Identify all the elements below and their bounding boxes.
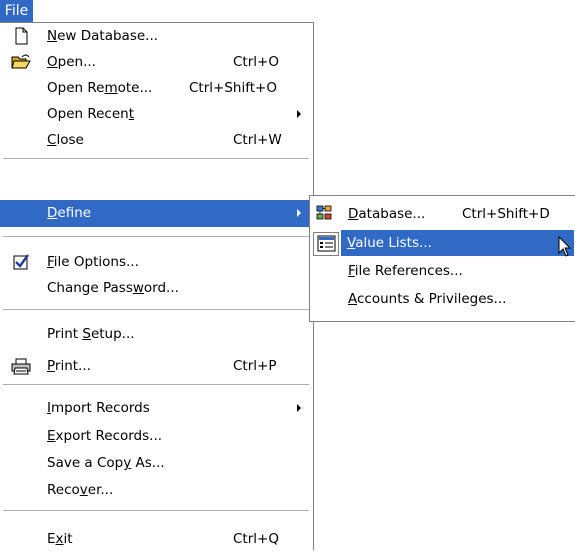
submenu-arrow-icon [297, 209, 301, 217]
menu-item-print-setup[interactable]: Print Setup... [0, 321, 310, 347]
menu-item-export-records[interactable]: Export Records... [0, 423, 310, 449]
submenu-item-label: Accounts & Privileges... [348, 291, 507, 307]
submenu-item-accounts-privileges[interactable]: Accounts & Privileges... [311, 286, 574, 312]
menu-item-import-records[interactable]: Import Records [0, 395, 310, 421]
submenu-item-file-references[interactable]: File References... [311, 258, 574, 284]
shortcut-label: Ctrl+W [233, 132, 282, 148]
submenu-arrow-icon [297, 110, 301, 118]
shortcut-label: Ctrl+Q [233, 531, 279, 547]
menu-separator [3, 309, 309, 310]
menu-item-label: Import Records [47, 400, 150, 416]
menu-separator [3, 384, 309, 385]
menu-item-label: Print... [47, 358, 91, 374]
shortcut-label: Ctrl+Shift+D [462, 206, 550, 222]
open-folder-icon [11, 54, 31, 69]
menu-item-label: Define [47, 205, 92, 221]
menu-item-close[interactable]: Close Ctrl+W [0, 127, 310, 153]
menu-item-label: Open Recent [47, 106, 135, 122]
menu-item-label: Close [47, 132, 84, 148]
menu-item-open-recent[interactable]: Open Recent [0, 101, 310, 127]
menu-item-label: New Database... [47, 28, 159, 44]
shortcut-label: Ctrl+P [233, 358, 277, 374]
shortcut-label: Ctrl+O [233, 54, 279, 70]
menu-item-label: Open... [47, 54, 96, 70]
define-submenu: Database... Ctrl+Shift+D Value Lists... … [309, 195, 575, 322]
menu-item-label: Open Remote... [47, 80, 153, 96]
menu-separator [3, 236, 309, 237]
checkmark-icon [13, 254, 29, 270]
menu-separator [3, 158, 309, 159]
submenu-item-label: Database... [348, 206, 426, 222]
file-menu-tab-label: File [4, 3, 29, 19]
new-document-icon [15, 27, 28, 45]
menu-item-label: Save a Copy As... [47, 455, 165, 471]
menu-item-label: Change Password... [47, 280, 179, 296]
shortcut-label: Ctrl+Shift+O [189, 80, 277, 96]
database-icon [316, 205, 332, 220]
menu-item-save-copy-as[interactable]: Save a Copy As... [0, 450, 310, 476]
menu-item-label: Export Records... [47, 428, 163, 444]
menu-item-exit[interactable]: Exit Ctrl+Q [0, 526, 310, 552]
file-menu-tab[interactable]: File [0, 0, 33, 23]
menu-item-change-password[interactable]: Change Password... [0, 275, 310, 301]
menu-item-label: File Options... [47, 254, 139, 270]
mouse-pointer-icon [558, 236, 572, 257]
printer-icon [11, 358, 31, 375]
menu-item-define[interactable]: Define [0, 200, 310, 227]
menu-separator [3, 510, 309, 511]
menu-item-new-database[interactable]: New Database... [0, 23, 310, 49]
submenu-item-value-lists[interactable]: Value Lists... [341, 230, 574, 256]
menu-item-label: Recover... [47, 482, 114, 498]
menu-item-label: Print Setup... [47, 326, 135, 342]
menu-item-recover[interactable]: Recover... [0, 477, 310, 503]
menu-item-file-options[interactable]: File Options... [0, 249, 310, 275]
menu-item-label: Exit [47, 531, 73, 547]
submenu-item-database[interactable]: Database... Ctrl+Shift+D [311, 201, 574, 227]
submenu-arrow-icon [297, 404, 301, 412]
menu-item-print[interactable]: Print... Ctrl+P [0, 353, 310, 379]
submenu-item-label: Value Lists... [347, 235, 432, 251]
submenu-item-label: File References... [348, 263, 463, 279]
menu-item-open[interactable]: Open... Ctrl+O [0, 49, 310, 75]
menu-item-open-remote[interactable]: Open Remote... Ctrl+Shift+O [0, 75, 310, 101]
file-menu: New Database... Open... Ctrl+O Open Remo… [0, 22, 314, 550]
value-list-icon [317, 235, 336, 252]
